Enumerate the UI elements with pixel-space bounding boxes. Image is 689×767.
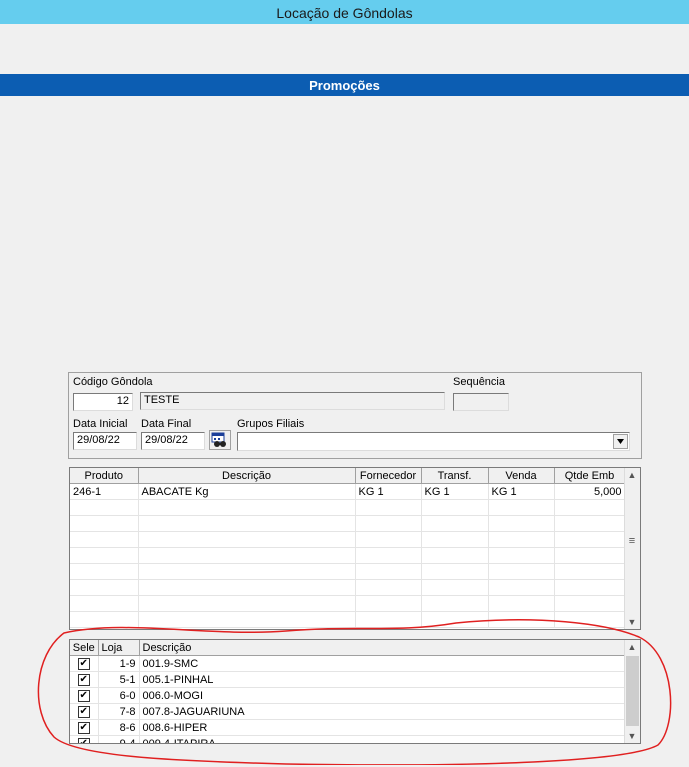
col-descricao[interactable]: Descrição	[138, 468, 356, 484]
cell-descricao: 009.4-ITAPIRA	[139, 735, 626, 743]
col-transf[interactable]: Transf.	[421, 468, 489, 484]
cell-loja: 9-4	[98, 735, 140, 743]
table-row[interactable]	[70, 563, 626, 580]
cell-transf: KG 1	[421, 483, 489, 500]
data-final-label: Data Final	[141, 418, 192, 430]
codigo-gondola-label: Código Gôndola	[73, 376, 153, 388]
scroll-grip-icon[interactable]: ≡	[625, 534, 639, 548]
products-table: Produto Descrição Fornecedor Transf. Ven…	[70, 468, 626, 628]
cell-fornecedor: KG 1	[355, 483, 422, 500]
cell-loja: 6-0	[98, 687, 140, 704]
table-row[interactable]: ✔ 7-8 007.8-JAGUARIUNA	[70, 703, 626, 720]
gondola-form-panel: Código Gôndola 12 TESTE Sequência Data I…	[68, 372, 642, 459]
page-title: Promoções	[0, 74, 689, 96]
table-row[interactable]: ✔ 6-0 006.0-MOGI	[70, 687, 626, 704]
table-row[interactable]	[70, 579, 626, 596]
sequencia-field[interactable]	[453, 393, 509, 411]
scroll-up-icon[interactable]: ▲	[625, 468, 639, 482]
select-checkbox[interactable]: ✔	[77, 690, 90, 702]
cell-descricao: 001.9-SMC	[139, 655, 626, 672]
data-final-field[interactable]: 29/08/22	[141, 432, 205, 450]
select-checkbox[interactable]: ✔	[77, 706, 90, 718]
cell-loja: 5-1	[98, 671, 140, 688]
table-row[interactable]	[70, 499, 626, 516]
dropdown-arrow-button[interactable]	[613, 434, 628, 449]
scroll-down-icon[interactable]: ▼	[625, 729, 639, 743]
table-row[interactable]: ✔ 8-6 008.6-HIPER	[70, 719, 626, 736]
select-checkbox[interactable]: ✔	[77, 722, 90, 734]
window-title: Locação de Gôndolas	[0, 0, 689, 24]
col-qtde-emb[interactable]: Qtde Emb	[554, 468, 626, 484]
stores-table: Sele Loja Descrição ✔ 1-9 001.9-SMC ✔ 5-…	[70, 640, 626, 743]
cell-descricao: 005.1-PINHAL	[139, 671, 626, 688]
stores-scrollbar[interactable]: ▲ ▼	[624, 640, 640, 743]
table-row[interactable]: ✔ 1-9 001.9-SMC	[70, 655, 626, 672]
cell-venda: KG 1	[488, 483, 555, 500]
stores-header-row: Sele Loja Descrição	[70, 640, 626, 656]
cell-produto: 246-1	[70, 483, 139, 500]
col-sele[interactable]: Sele	[70, 640, 99, 656]
cell-descricao: 008.6-HIPER	[139, 719, 626, 736]
cell-loja: 8-6	[98, 719, 140, 736]
table-row[interactable]	[70, 531, 626, 548]
grupos-filiais-select[interactable]	[237, 432, 630, 451]
gondola-name-field: TESTE	[140, 392, 445, 410]
cell-loja: 7-8	[98, 703, 140, 720]
table-row[interactable]: ✔ 5-1 005.1-PINHAL	[70, 671, 626, 688]
cell-loja: 1-9	[98, 655, 140, 672]
col-venda[interactable]: Venda	[488, 468, 555, 484]
search-calendar-button[interactable]	[209, 430, 231, 450]
select-checkbox[interactable]: ✔	[77, 738, 90, 743]
col-descricao[interactable]: Descrição	[139, 640, 626, 656]
chevron-down-icon	[617, 439, 624, 444]
col-produto[interactable]: Produto	[70, 468, 139, 484]
products-grid[interactable]: Produto Descrição Fornecedor Transf. Ven…	[69, 467, 641, 630]
scroll-down-icon[interactable]: ▼	[625, 615, 639, 629]
codigo-gondola-field[interactable]: 12	[73, 393, 133, 411]
stores-grid[interactable]: Sele Loja Descrição ✔ 1-9 001.9-SMC ✔ 5-…	[69, 639, 641, 744]
calendar-search-icon	[211, 432, 226, 447]
data-inicial-label: Data Inicial	[73, 418, 128, 430]
cell-descricao: ABACATE Kg	[138, 483, 356, 500]
table-row[interactable]	[70, 611, 626, 628]
table-row[interactable]	[70, 515, 626, 532]
data-inicial-field[interactable]: 29/08/22	[73, 432, 137, 450]
grupos-filiais-label: Grupos Filiais	[237, 418, 305, 430]
select-checkbox[interactable]: ✔	[77, 674, 90, 686]
products-scrollbar[interactable]: ▲ ≡ ▼	[624, 468, 640, 629]
scroll-thumb[interactable]	[626, 656, 639, 726]
table-row[interactable]	[70, 595, 626, 612]
select-checkbox[interactable]: ✔	[77, 658, 90, 670]
cell-descricao: 007.8-JAGUARIUNA	[139, 703, 626, 720]
cell-descricao: 006.0-MOGI	[139, 687, 626, 704]
products-header-row: Produto Descrição Fornecedor Transf. Ven…	[70, 468, 626, 484]
scroll-up-icon[interactable]: ▲	[625, 640, 639, 654]
table-row[interactable]: 246-1 ABACATE Kg KG 1 KG 1 KG 1 5,000	[70, 483, 626, 500]
table-row[interactable]: ✔ 9-4 009.4-ITAPIRA	[70, 735, 626, 743]
col-fornecedor[interactable]: Fornecedor	[355, 468, 422, 484]
sequencia-label: Sequência	[453, 376, 505, 388]
table-row[interactable]	[70, 547, 626, 564]
cell-qtde-emb: 5,000	[554, 483, 626, 500]
col-loja[interactable]: Loja	[98, 640, 140, 656]
